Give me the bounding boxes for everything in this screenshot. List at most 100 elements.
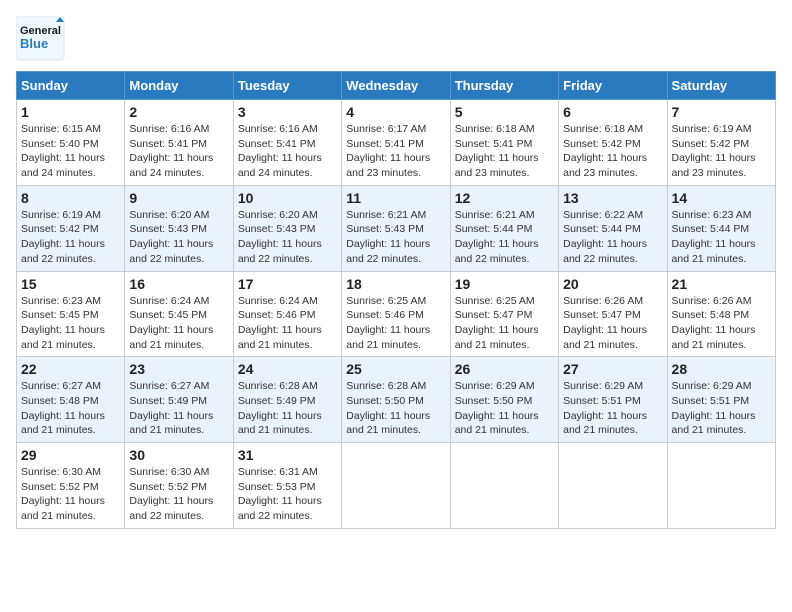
day-info: Sunrise: 6:29 AMSunset: 5:50 PMDaylight:… bbox=[455, 379, 554, 438]
calendar-cell: 27 Sunrise: 6:29 AMSunset: 5:51 PMDaylig… bbox=[559, 357, 667, 443]
calendar-cell bbox=[559, 443, 667, 529]
day-number: 27 bbox=[563, 361, 662, 377]
day-number: 14 bbox=[672, 190, 771, 206]
weekday-header-tuesday: Tuesday bbox=[233, 72, 341, 100]
day-number: 20 bbox=[563, 276, 662, 292]
calendar-week-5: 29 Sunrise: 6:30 AMSunset: 5:52 PMDaylig… bbox=[17, 443, 776, 529]
day-info: Sunrise: 6:20 AMSunset: 5:43 PMDaylight:… bbox=[129, 208, 228, 267]
calendar-cell: 31 Sunrise: 6:31 AMSunset: 5:53 PMDaylig… bbox=[233, 443, 341, 529]
day-info: Sunrise: 6:30 AMSunset: 5:52 PMDaylight:… bbox=[129, 465, 228, 524]
day-number: 31 bbox=[238, 447, 337, 463]
day-info: Sunrise: 6:17 AMSunset: 5:41 PMDaylight:… bbox=[346, 122, 445, 181]
day-number: 17 bbox=[238, 276, 337, 292]
weekday-header-row: SundayMondayTuesdayWednesdayThursdayFrid… bbox=[17, 72, 776, 100]
day-info: Sunrise: 6:21 AMSunset: 5:43 PMDaylight:… bbox=[346, 208, 445, 267]
page-header: General Blue bbox=[16, 16, 776, 61]
day-number: 1 bbox=[21, 104, 120, 120]
weekday-header-monday: Monday bbox=[125, 72, 233, 100]
day-number: 18 bbox=[346, 276, 445, 292]
weekday-header-sunday: Sunday bbox=[17, 72, 125, 100]
calendar-cell: 8 Sunrise: 6:19 AMSunset: 5:42 PMDayligh… bbox=[17, 185, 125, 271]
day-number: 5 bbox=[455, 104, 554, 120]
day-number: 16 bbox=[129, 276, 228, 292]
calendar-cell: 6 Sunrise: 6:18 AMSunset: 5:42 PMDayligh… bbox=[559, 100, 667, 186]
calendar-cell: 22 Sunrise: 6:27 AMSunset: 5:48 PMDaylig… bbox=[17, 357, 125, 443]
day-info: Sunrise: 6:16 AMSunset: 5:41 PMDaylight:… bbox=[238, 122, 337, 181]
day-number: 4 bbox=[346, 104, 445, 120]
day-info: Sunrise: 6:22 AMSunset: 5:44 PMDaylight:… bbox=[563, 208, 662, 267]
calendar-cell bbox=[450, 443, 558, 529]
calendar-week-1: 1 Sunrise: 6:15 AMSunset: 5:40 PMDayligh… bbox=[17, 100, 776, 186]
calendar-cell: 25 Sunrise: 6:28 AMSunset: 5:50 PMDaylig… bbox=[342, 357, 450, 443]
calendar-cell: 1 Sunrise: 6:15 AMSunset: 5:40 PMDayligh… bbox=[17, 100, 125, 186]
day-number: 15 bbox=[21, 276, 120, 292]
day-info: Sunrise: 6:28 AMSunset: 5:49 PMDaylight:… bbox=[238, 379, 337, 438]
day-info: Sunrise: 6:27 AMSunset: 5:49 PMDaylight:… bbox=[129, 379, 228, 438]
day-info: Sunrise: 6:21 AMSunset: 5:44 PMDaylight:… bbox=[455, 208, 554, 267]
calendar-cell: 11 Sunrise: 6:21 AMSunset: 5:43 PMDaylig… bbox=[342, 185, 450, 271]
calendar-cell: 12 Sunrise: 6:21 AMSunset: 5:44 PMDaylig… bbox=[450, 185, 558, 271]
calendar-cell: 16 Sunrise: 6:24 AMSunset: 5:45 PMDaylig… bbox=[125, 271, 233, 357]
day-info: Sunrise: 6:24 AMSunset: 5:46 PMDaylight:… bbox=[238, 294, 337, 353]
day-info: Sunrise: 6:28 AMSunset: 5:50 PMDaylight:… bbox=[346, 379, 445, 438]
calendar-cell: 30 Sunrise: 6:30 AMSunset: 5:52 PMDaylig… bbox=[125, 443, 233, 529]
calendar-cell: 13 Sunrise: 6:22 AMSunset: 5:44 PMDaylig… bbox=[559, 185, 667, 271]
day-number: 21 bbox=[672, 276, 771, 292]
day-info: Sunrise: 6:16 AMSunset: 5:41 PMDaylight:… bbox=[129, 122, 228, 181]
calendar-cell: 15 Sunrise: 6:23 AMSunset: 5:45 PMDaylig… bbox=[17, 271, 125, 357]
day-info: Sunrise: 6:19 AMSunset: 5:42 PMDaylight:… bbox=[21, 208, 120, 267]
day-info: Sunrise: 6:29 AMSunset: 5:51 PMDaylight:… bbox=[563, 379, 662, 438]
day-info: Sunrise: 6:31 AMSunset: 5:53 PMDaylight:… bbox=[238, 465, 337, 524]
calendar-cell: 4 Sunrise: 6:17 AMSunset: 5:41 PMDayligh… bbox=[342, 100, 450, 186]
day-number: 26 bbox=[455, 361, 554, 377]
weekday-header-thursday: Thursday bbox=[450, 72, 558, 100]
day-info: Sunrise: 6:19 AMSunset: 5:42 PMDaylight:… bbox=[672, 122, 771, 181]
calendar-cell: 21 Sunrise: 6:26 AMSunset: 5:48 PMDaylig… bbox=[667, 271, 775, 357]
day-info: Sunrise: 6:26 AMSunset: 5:48 PMDaylight:… bbox=[672, 294, 771, 353]
day-number: 11 bbox=[346, 190, 445, 206]
day-number: 30 bbox=[129, 447, 228, 463]
calendar-cell bbox=[342, 443, 450, 529]
weekday-header-saturday: Saturday bbox=[667, 72, 775, 100]
day-number: 2 bbox=[129, 104, 228, 120]
logo: General Blue bbox=[16, 16, 66, 61]
day-number: 8 bbox=[21, 190, 120, 206]
day-number: 29 bbox=[21, 447, 120, 463]
day-number: 6 bbox=[563, 104, 662, 120]
calendar-cell: 14 Sunrise: 6:23 AMSunset: 5:44 PMDaylig… bbox=[667, 185, 775, 271]
calendar-cell: 26 Sunrise: 6:29 AMSunset: 5:50 PMDaylig… bbox=[450, 357, 558, 443]
day-number: 13 bbox=[563, 190, 662, 206]
calendar-cell: 24 Sunrise: 6:28 AMSunset: 5:49 PMDaylig… bbox=[233, 357, 341, 443]
day-info: Sunrise: 6:15 AMSunset: 5:40 PMDaylight:… bbox=[21, 122, 120, 181]
calendar-cell: 29 Sunrise: 6:30 AMSunset: 5:52 PMDaylig… bbox=[17, 443, 125, 529]
calendar-week-4: 22 Sunrise: 6:27 AMSunset: 5:48 PMDaylig… bbox=[17, 357, 776, 443]
calendar-cell: 10 Sunrise: 6:20 AMSunset: 5:43 PMDaylig… bbox=[233, 185, 341, 271]
day-number: 24 bbox=[238, 361, 337, 377]
calendar-cell: 20 Sunrise: 6:26 AMSunset: 5:47 PMDaylig… bbox=[559, 271, 667, 357]
calendar-cell: 7 Sunrise: 6:19 AMSunset: 5:42 PMDayligh… bbox=[667, 100, 775, 186]
day-number: 7 bbox=[672, 104, 771, 120]
day-info: Sunrise: 6:23 AMSunset: 5:44 PMDaylight:… bbox=[672, 208, 771, 267]
day-number: 28 bbox=[672, 361, 771, 377]
day-number: 9 bbox=[129, 190, 228, 206]
calendar-cell: 19 Sunrise: 6:25 AMSunset: 5:47 PMDaylig… bbox=[450, 271, 558, 357]
calendar-week-2: 8 Sunrise: 6:19 AMSunset: 5:42 PMDayligh… bbox=[17, 185, 776, 271]
weekday-header-wednesday: Wednesday bbox=[342, 72, 450, 100]
calendar-cell: 3 Sunrise: 6:16 AMSunset: 5:41 PMDayligh… bbox=[233, 100, 341, 186]
day-info: Sunrise: 6:18 AMSunset: 5:42 PMDaylight:… bbox=[563, 122, 662, 181]
day-info: Sunrise: 6:23 AMSunset: 5:45 PMDaylight:… bbox=[21, 294, 120, 353]
logo-svg: General Blue bbox=[16, 16, 66, 61]
day-number: 12 bbox=[455, 190, 554, 206]
day-info: Sunrise: 6:25 AMSunset: 5:46 PMDaylight:… bbox=[346, 294, 445, 353]
weekday-header-friday: Friday bbox=[559, 72, 667, 100]
calendar-table: SundayMondayTuesdayWednesdayThursdayFrid… bbox=[16, 71, 776, 529]
calendar-cell: 23 Sunrise: 6:27 AMSunset: 5:49 PMDaylig… bbox=[125, 357, 233, 443]
day-number: 10 bbox=[238, 190, 337, 206]
day-number: 19 bbox=[455, 276, 554, 292]
day-info: Sunrise: 6:20 AMSunset: 5:43 PMDaylight:… bbox=[238, 208, 337, 267]
day-number: 23 bbox=[129, 361, 228, 377]
day-info: Sunrise: 6:30 AMSunset: 5:52 PMDaylight:… bbox=[21, 465, 120, 524]
day-info: Sunrise: 6:27 AMSunset: 5:48 PMDaylight:… bbox=[21, 379, 120, 438]
day-info: Sunrise: 6:29 AMSunset: 5:51 PMDaylight:… bbox=[672, 379, 771, 438]
day-info: Sunrise: 6:26 AMSunset: 5:47 PMDaylight:… bbox=[563, 294, 662, 353]
